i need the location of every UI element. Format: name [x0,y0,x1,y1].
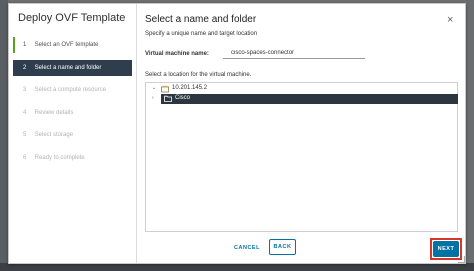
step-label: Select an OVF template [34,42,99,48]
background-taskbar [0,263,474,271]
chevron-down-icon[interactable]: ⌄ [152,85,156,91]
step-ready-to-complete: 6 Ready to complete [13,150,132,166]
tree-row-cisco-folder[interactable]: › Cisco [152,94,458,104]
step-label: Select storage [34,132,74,138]
step-select-storage: 5 Select storage [13,127,132,143]
page-title: Select a name and folder [145,14,257,25]
step-review-details: 4 Review details [13,105,132,121]
tree-label-cisco: Cisco [175,95,191,101]
next-button[interactable]: NEXT [433,241,459,257]
folder-icon [164,95,172,104]
background-right [466,0,474,271]
vm-name-label: Virtual machine name: [145,51,209,57]
step-number: 6 [23,154,27,161]
deploy-ovf-dialog: Deploy OVF Template 1 Select an OVF temp… [8,3,466,264]
step-label: Ready to complete [34,154,85,161]
tree-row-datacenter[interactable]: ⌄ 10.201.145.2 [146,84,457,94]
back-button[interactable]: BACK [269,239,296,255]
step-number: 3 [23,87,27,93]
location-tree: ⌄ 10.201.145.2 › Cisco [145,82,458,232]
step-number: 4 [23,109,27,116]
location-label: Select a location for the virtual machin… [145,72,252,78]
cancel-button[interactable]: CANCEL [233,240,261,256]
step-number: 1 [23,42,27,48]
background-left [0,0,8,271]
step-select-compute-resource: 3 Select a compute resource [13,82,132,98]
wizard-content: Select a name and folder × Specify a uni… [137,4,465,263]
step-number: 2 [23,64,27,71]
step-select-name-folder[interactable]: 2 Select a name and folder [13,59,132,76]
wizard-steps: 1 Select an OVF template 2 Select a name… [13,37,132,172]
wizard-sidebar: Deploy OVF Template 1 Select an OVF temp… [9,4,137,263]
step-label: Select a name and folder [34,64,102,71]
step-label: Select a compute resource [34,87,107,93]
page-subtitle: Specify a unique name and target locatio… [145,31,258,37]
chevron-right-icon[interactable]: › [152,95,154,101]
tree-label-datacenter: 10.201.145.2 [172,85,208,91]
close-icon[interactable]: × [447,14,453,26]
step-label: Review details [34,109,74,116]
vm-name-input[interactable] [223,47,365,59]
step-number: 5 [23,132,27,138]
dialog-title: Deploy OVF Template [18,12,126,24]
step-select-ovf-template[interactable]: 1 Select an OVF template [13,37,132,53]
